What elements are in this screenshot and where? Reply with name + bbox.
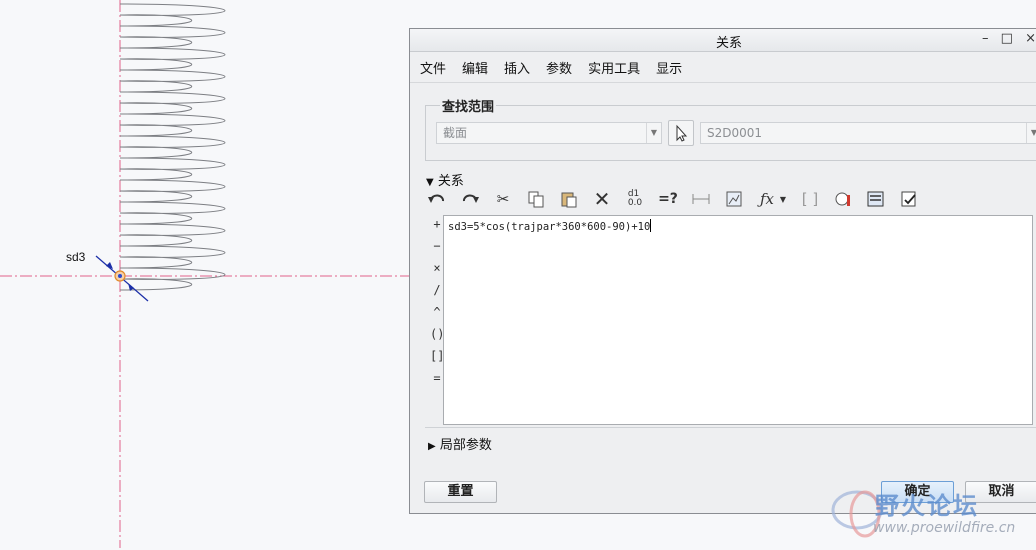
search-scope-title: 查找范围 [440,96,497,115]
undo-icon[interactable] [426,188,448,210]
operator-power[interactable]: ^ [430,303,444,325]
select-item-button[interactable] [668,120,694,146]
operator-equals[interactable]: = [430,369,444,391]
watermark-url: www.proewildfire.cn [873,520,1016,536]
menu-edit[interactable]: 编辑 [462,58,488,77]
measure-icon[interactable] [690,188,712,210]
chevron-down-icon[interactable]: ▼ [1026,123,1036,143]
relation-text: sd3=5*cos(trajpar*360*600-90)+10 [448,221,651,233]
verify-relations-icon[interactable] [898,188,920,210]
coil-path [119,3,226,291]
window-controls: – □ × [974,31,1036,46]
cut-icon[interactable]: ✂ [492,188,514,210]
dropdown-icon[interactable]: ▼ [778,188,788,210]
delete-icon[interactable]: ✕ [591,187,613,211]
maximize-icon[interactable]: □ [1001,31,1013,46]
copy-icon[interactable] [525,188,547,210]
operator-minus[interactable]: − [430,237,444,259]
text-caret [650,219,652,232]
reset-button[interactable]: 重置 [424,481,497,503]
local-params-label: 局部参数 [439,438,492,453]
parameters-icon[interactable] [832,188,854,210]
scope-item-select[interactable]: S2D0001 ▼ [700,122,1036,144]
scope-item-value: S2D0001 [707,126,763,140]
operator-multiply[interactable]: × [430,259,444,281]
function-icon[interactable]: ƒx [756,188,778,210]
operator-divide[interactable]: / [430,281,444,303]
scope-type-select[interactable]: 截面 ▼ [436,122,662,144]
switch-dimensions-icon[interactable]: d1 0.0 [624,188,646,210]
divider [425,427,1036,428]
minimize-icon[interactable]: – [982,31,989,46]
menubar: 文件 编辑 插入 参数 实用工具 显示 [410,52,1036,83]
operator-palette: + − × / ^ () [] = [430,215,444,391]
cursor-icon [676,124,688,142]
expand-triangle-icon: ▶ [428,441,436,452]
relations-dialog: 关系 – □ × 文件 编辑 插入 参数 实用工具 显示 查找范围 截面 ▼ S… [409,28,1036,514]
mass-properties-icon[interactable] [723,188,745,210]
menu-parameters[interactable]: 参数 [546,58,572,77]
titlebar[interactable]: 关系 – □ × [410,29,1036,52]
operator-parentheses[interactable]: () [430,325,444,347]
relations-toolbar: ✂ ✕ d1 0.0 =? ƒx ▼ [ ] [426,187,931,211]
evaluate-icon[interactable]: =? [657,188,679,210]
watermark-title: 野火论坛 [875,492,979,520]
search-scope-group: 查找范围 截面 ▼ S2D0001 ▼ [425,96,1036,161]
menu-display[interactable]: 显示 [656,58,682,77]
menu-file[interactable]: 文件 [420,58,446,77]
bracket-icon[interactable]: [ ] [799,188,821,210]
operator-brackets[interactable]: [] [430,347,444,369]
redo-icon[interactable] [459,188,481,210]
close-icon[interactable]: × [1025,31,1036,46]
trajectory-curve [119,3,226,291]
local-params-section[interactable]: ▶ 局部参数 [428,434,492,453]
chevron-down-icon[interactable]: ▼ [646,123,661,143]
menu-utilities[interactable]: 实用工具 [588,58,640,77]
scope-type-value: 截面 [443,126,468,140]
forum-watermark: 野火论坛 www.proewildfire.cn [825,480,1035,546]
menu-insert[interactable]: 插入 [504,58,530,77]
dialog-title: 关系 [715,36,742,51]
paste-icon[interactable] [558,188,580,210]
relations-editor[interactable]: sd3=5*cos(trajpar*360*600-90)+10 [443,215,1033,425]
dimension-label[interactable]: sd3 [66,250,85,264]
operator-plus[interactable]: + [430,215,444,237]
sort-relations-icon[interactable] [865,188,887,210]
